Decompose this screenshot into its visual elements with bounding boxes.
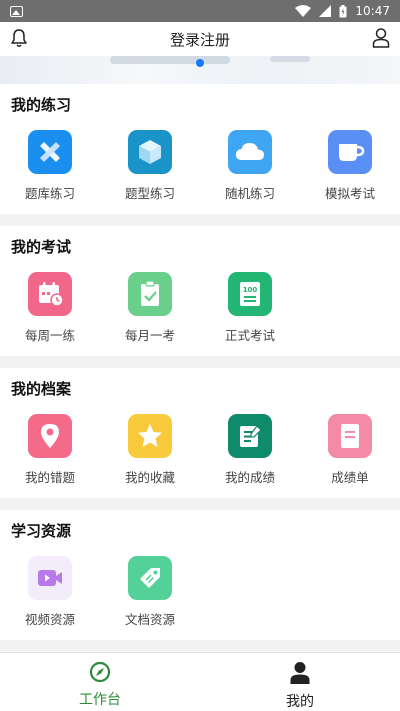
section-title: 我的档案: [11, 380, 72, 398]
monthly-exam-button[interactable]: 每月一考: [100, 272, 200, 344]
tab-mine[interactable]: 我的: [200, 653, 400, 711]
my-scores-button[interactable]: 我的成绩: [200, 414, 300, 486]
wifi-icon: [295, 5, 312, 17]
section-title: 我的练习: [11, 96, 72, 114]
document-resources-button[interactable]: 文档资源: [100, 556, 200, 628]
section-my-records: 我的档案 我的错题 我的收藏 我的成绩 成绩单: [0, 368, 400, 498]
document-icon: [328, 414, 372, 458]
cup-icon: [328, 130, 372, 174]
video-camera-icon: [28, 556, 72, 600]
login-register-link[interactable]: 登录注册: [170, 29, 230, 50]
tab-workbench[interactable]: 工作台: [0, 653, 200, 711]
tab-label: 我的: [286, 694, 314, 710]
formal-exam-button[interactable]: 100 正式考试: [200, 272, 300, 344]
status-bar: 10:47: [0, 0, 400, 22]
carousel-indicator: [196, 59, 204, 67]
compass-icon: [89, 661, 111, 683]
app-header: 登录注册: [0, 22, 400, 56]
clipboard-check-icon: [128, 272, 172, 316]
section-learning-resources: 学习资源 视频资源 文档资源: [0, 510, 400, 640]
question-type-practice-button[interactable]: 题型练习: [100, 130, 200, 202]
bell-icon[interactable]: [10, 28, 28, 48]
banner-carousel[interactable]: [0, 56, 400, 84]
question-bank-practice-button[interactable]: 题库练习: [0, 130, 100, 202]
weekly-practice-button[interactable]: 每周一练: [0, 272, 100, 344]
section-my-exams: 我的考试 每周一练 每月一考 100 正式考试: [0, 226, 400, 356]
star-icon: [128, 414, 172, 458]
random-practice-button[interactable]: 随机练习: [200, 130, 300, 202]
signal-icon: [319, 5, 332, 17]
tag-icon: [128, 556, 172, 600]
my-favorites-button[interactable]: 我的收藏: [100, 414, 200, 486]
image-notification-icon: [10, 5, 23, 17]
score-100-icon: 100: [228, 272, 272, 316]
bottom-tab-bar: 工作台 我的: [0, 652, 400, 711]
mock-exam-button[interactable]: 模拟考试: [300, 130, 400, 202]
video-resources-button[interactable]: 视频资源: [0, 556, 100, 628]
banner-image-fragment: [110, 56, 230, 64]
banner-image-fragment: [270, 56, 310, 62]
location-pin-icon: [28, 414, 72, 458]
cube-icon: [128, 130, 172, 174]
section-title: 我的考试: [11, 238, 72, 256]
cloud-icon: [228, 130, 272, 174]
section-title: 学习资源: [11, 522, 72, 540]
person-icon: [290, 662, 310, 684]
battery-icon: [339, 4, 347, 17]
status-time: 10:47: [355, 4, 390, 18]
transcript-button[interactable]: 成绩单: [300, 414, 400, 486]
section-my-practice: 我的练习 题库练习 题型练习 随机练习 模拟考试: [0, 84, 400, 214]
cross-icon: [28, 130, 72, 174]
user-icon[interactable]: [372, 27, 390, 49]
tab-label: 工作台: [79, 692, 121, 708]
svg-text:100: 100: [243, 286, 258, 294]
my-mistakes-button[interactable]: 我的错题: [0, 414, 100, 486]
calendar-clock-icon: [28, 272, 72, 316]
notepad-edit-icon: [228, 414, 272, 458]
